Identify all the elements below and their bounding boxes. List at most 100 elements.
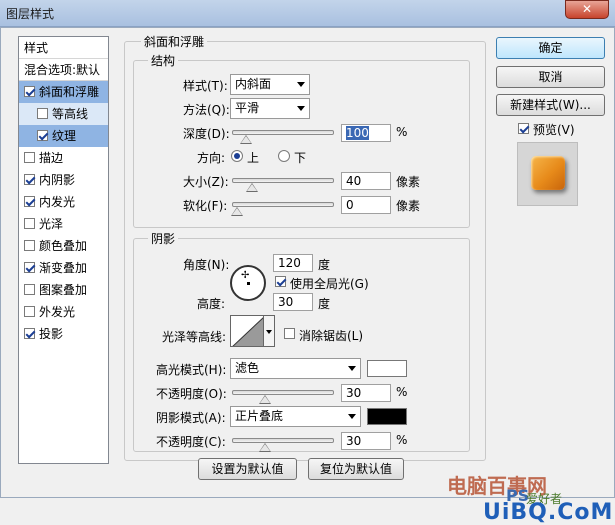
window-title: 图层样式 xyxy=(6,7,55,21)
style-list-label: 内发光 xyxy=(39,195,76,209)
style-list-item[interactable]: 内阴影 xyxy=(19,169,108,191)
altitude-label: 高度: xyxy=(197,297,226,311)
chevron-down-icon xyxy=(297,82,305,87)
style-checkbox[interactable] xyxy=(24,240,35,251)
angle-input[interactable]: 120 xyxy=(273,254,313,272)
style-list: 样式 混合选项:默认 斜面和浮雕 等高线纹理描边内阴影内发光光泽颜色叠加渐变叠加图… xyxy=(18,36,109,464)
highlight-opacity-thumb[interactable] xyxy=(258,395,271,404)
close-icon[interactable]: ✕ xyxy=(565,0,609,19)
style-list-item[interactable]: 投影 xyxy=(19,323,108,345)
direction-label: 方向: xyxy=(197,151,226,165)
style-list-item[interactable]: 渐变叠加 xyxy=(19,257,108,279)
style-checkbox[interactable] xyxy=(24,196,35,207)
angle-center-dot xyxy=(247,282,250,285)
style-checkbox[interactable] xyxy=(24,86,35,97)
shadow-opacity-input[interactable]: 30 xyxy=(341,432,391,450)
shadow-opacity-thumb[interactable] xyxy=(258,443,271,452)
gloss-contour-dropdown[interactable] xyxy=(264,315,275,347)
style-list-label: 纹理 xyxy=(52,129,77,143)
title-bar: 图层样式 ✕ xyxy=(0,0,615,27)
style-list-label: 颜色叠加 xyxy=(39,239,88,253)
bevel-emboss-group: 斜面和浮雕 结构 样式(T): 内斜面 方法(Q): 平滑 深度(D): 100… xyxy=(124,33,486,461)
highlight-opacity-label: 不透明度(O): xyxy=(156,387,227,401)
depth-unit: % xyxy=(396,125,408,139)
angle-label: 角度(N): xyxy=(183,258,230,272)
style-list-item[interactable]: 斜面和浮雕 xyxy=(19,81,108,103)
highlight-mode-label: 高光模式(H): xyxy=(156,363,227,377)
style-list-item[interactable]: 内发光 xyxy=(19,191,108,213)
shadow-opacity-slider[interactable] xyxy=(232,438,334,452)
method-select[interactable]: 平滑 xyxy=(230,98,310,119)
size-input[interactable]: 40 xyxy=(341,172,391,190)
gloss-contour-preview[interactable] xyxy=(230,315,264,347)
blend-options-item[interactable]: 混合选项:默认 xyxy=(19,59,108,81)
style-list-label: 内阴影 xyxy=(39,173,76,187)
method-label: 方法(Q): xyxy=(183,103,230,117)
structure-group: 结构 样式(T): 内斜面 方法(Q): 平滑 深度(D): 100 % 方向:… xyxy=(133,52,470,228)
style-list-item[interactable]: 图案叠加 xyxy=(19,279,108,301)
direction-up-label: 上 xyxy=(247,151,260,165)
highlight-opacity-slider[interactable] xyxy=(232,390,334,404)
angle-dial[interactable]: ✢ xyxy=(230,265,266,301)
highlight-mode-select[interactable]: 滤色 xyxy=(230,358,361,379)
direction-down-label: 下 xyxy=(294,151,307,165)
style-list-item[interactable]: 外发光 xyxy=(19,301,108,323)
crosshair-icon: ✢ xyxy=(241,270,250,281)
bevel-emboss-title: 斜面和浮雕 xyxy=(141,33,208,50)
style-checkbox[interactable] xyxy=(24,152,35,163)
highlight-opacity-unit: % xyxy=(396,385,408,399)
chevron-down-icon xyxy=(348,366,356,371)
style-checkbox[interactable] xyxy=(24,174,35,185)
style-list-item[interactable]: 纹理 xyxy=(19,125,108,147)
bevel-style-select[interactable]: 内斜面 xyxy=(230,74,310,95)
style-list-label: 渐变叠加 xyxy=(39,261,88,275)
make-default-button[interactable]: 设置为默认值 xyxy=(198,458,297,480)
style-checkbox[interactable] xyxy=(37,108,48,119)
style-checkbox[interactable] xyxy=(24,306,35,317)
style-list-item[interactable]: 光泽 xyxy=(19,213,108,235)
reset-default-button[interactable]: 复位为默认值 xyxy=(308,458,404,480)
style-checkbox[interactable] xyxy=(24,218,35,229)
direction-down-radio[interactable] xyxy=(278,150,290,162)
shadow-mode-select[interactable]: 正片叠底 xyxy=(230,406,361,427)
depth-input[interactable]: 100 xyxy=(341,124,391,142)
style-list-item[interactable]: 颜色叠加 xyxy=(19,235,108,257)
style-list-header[interactable]: 样式 xyxy=(19,37,108,59)
chevron-down-icon xyxy=(297,106,305,111)
style-checkbox[interactable] xyxy=(24,284,35,295)
dialog-body: 样式 混合选项:默认 斜面和浮雕 等高线 纹理 描边 内阴影 内发光 光泽 颜色叠加 渐变叠加图… xyxy=(0,27,615,525)
highlight-color-swatch[interactable] xyxy=(367,360,407,377)
soften-input[interactable]: 0 xyxy=(341,196,391,214)
depth-label: 深度(D): xyxy=(183,127,230,141)
shading-group: 阴影 角度(N): ✢ 120 度 使用全局光(G) 高度: 30 度 光泽等高… xyxy=(133,230,470,452)
highlight-opacity-input[interactable]: 30 xyxy=(341,384,391,402)
style-list-item[interactable]: 描边 xyxy=(19,147,108,169)
shadow-color-swatch[interactable] xyxy=(367,408,407,425)
soften-slider-thumb[interactable] xyxy=(231,207,243,216)
shading-title: 阴影 xyxy=(148,230,179,247)
angle-unit: 度 xyxy=(318,258,331,272)
style-checkbox[interactable] xyxy=(24,262,35,273)
global-light-label: 使用全局光(G) xyxy=(290,277,369,291)
style-list-label: 外发光 xyxy=(39,305,76,319)
antialias-checkbox[interactable] xyxy=(284,328,295,339)
style-list-item[interactable]: 等高线 xyxy=(19,103,108,125)
depth-slider[interactable] xyxy=(232,130,334,144)
preview-swatch xyxy=(531,156,565,190)
size-slider[interactable] xyxy=(232,178,334,192)
new-style-button[interactable]: 新建样式(W)... xyxy=(496,94,605,116)
soften-slider[interactable] xyxy=(231,202,334,216)
style-list-label: 图案叠加 xyxy=(39,283,88,297)
depth-slider-thumb[interactable] xyxy=(240,135,253,144)
altitude-input[interactable]: 30 xyxy=(273,293,313,311)
global-light-checkbox[interactable] xyxy=(275,276,286,287)
ok-button[interactable]: 确定 xyxy=(496,37,605,59)
style-label: 样式(T): xyxy=(183,79,228,93)
style-checkbox[interactable] xyxy=(24,328,35,339)
style-checkbox[interactable] xyxy=(37,130,48,141)
style-preview xyxy=(517,142,578,206)
direction-up-radio[interactable] xyxy=(231,150,243,162)
size-slider-thumb[interactable] xyxy=(245,183,258,192)
preview-checkbox[interactable] xyxy=(518,123,529,134)
cancel-button[interactable]: 取消 xyxy=(496,66,605,88)
